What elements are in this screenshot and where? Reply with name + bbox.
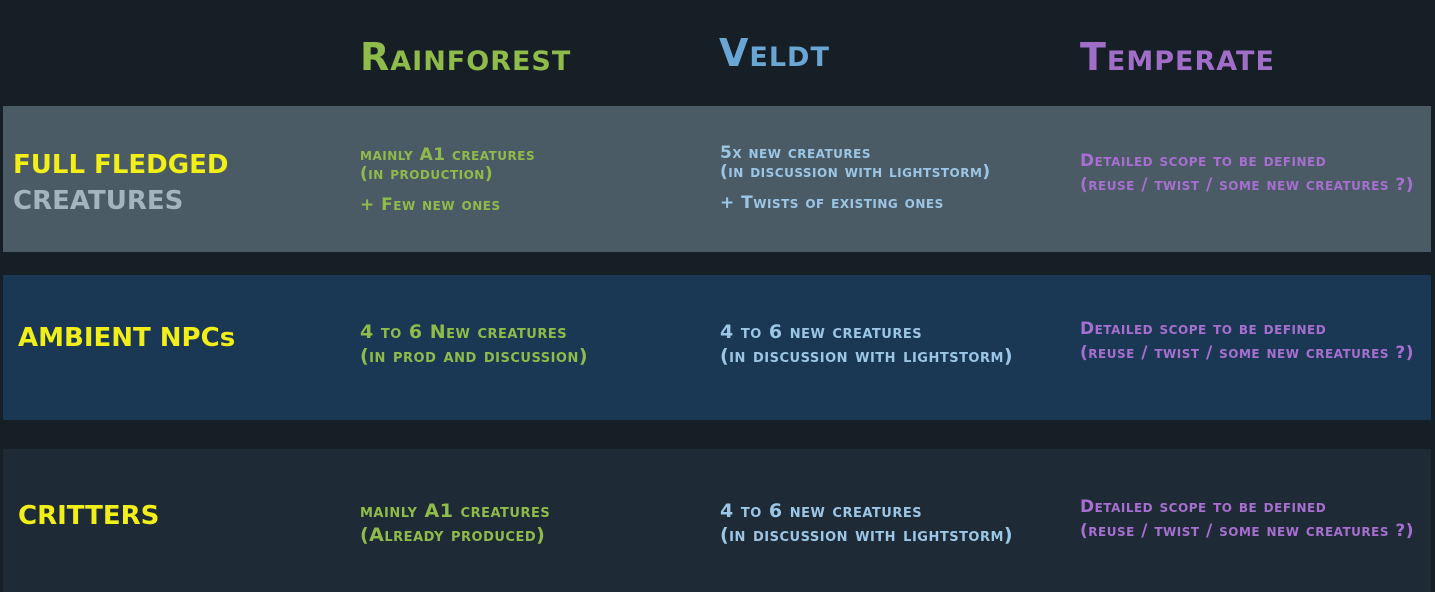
cell-full-fledged-veldt: 5x new creatures (in discussion with lig… — [720, 144, 991, 213]
column-header-veldt: Veldt — [719, 31, 830, 75]
row-label-critters: CRITTERS — [18, 501, 160, 531]
cell-line2: (reuse / twist / some new creatures ?) — [1080, 521, 1415, 541]
row-label-line1: FULL FLEDGED — [13, 150, 229, 180]
cell-line2: (in production) — [360, 164, 494, 184]
cell-ambient-veldt: 4 to 6 new creatures (in discussion with… — [720, 320, 1013, 368]
cell-line1: 4 to 6 new creatures — [720, 500, 923, 522]
cell-critters-temperate: Detailed scope to be defined (reuse / tw… — [1080, 495, 1414, 543]
cell-ambient-rainforest: 4 to 6 New creatures (in prod and discus… — [360, 320, 588, 368]
cell-line2: (in discussion with lightstorm) — [720, 345, 1014, 367]
cell-line1: Detailed scope to be defined — [1080, 319, 1327, 339]
cell-line1: 5x new creatures — [720, 143, 872, 163]
column-header-temperate: Temperate — [1080, 35, 1275, 79]
cell-line2: (in discussion with lightstorm) — [720, 524, 1014, 546]
row-label-full-fledged: FULL FLEDGED CREATURES — [13, 147, 228, 219]
cell-line2: (Already produced) — [360, 524, 546, 546]
cell-line2: (in discussion with lightstorm) — [720, 162, 991, 182]
cell-extra: + Twists of existing ones — [720, 193, 944, 213]
cell-full-fledged-rainforest: mainly A1 creatures (in production) + Fe… — [360, 146, 535, 215]
cell-extra: + Few new ones — [360, 195, 501, 215]
cell-line1: Detailed scope to be defined — [1080, 497, 1327, 517]
row-label-ambient-npcs: AMBIENT NPCs — [18, 323, 236, 353]
cell-critters-veldt: 4 to 6 new creatures (in discussion with… — [720, 499, 1013, 547]
cell-line1: 4 to 6 New creatures — [360, 321, 568, 343]
cell-critters-rainforest: mainly A1 creatures (Already produced) — [360, 499, 550, 547]
cell-line2: (reuse / twist / some new creatures ?) — [1080, 175, 1415, 195]
row-label-line2: CREATURES — [13, 186, 184, 216]
cell-line1: 4 to 6 new creatures — [720, 321, 923, 343]
cell-line1: mainly A1 creatures — [360, 500, 551, 522]
cell-line1: mainly A1 creatures — [360, 145, 536, 165]
column-header-rainforest: Rainforest — [360, 35, 572, 79]
cell-line1: Detailed scope to be defined — [1080, 151, 1327, 171]
cell-line2: (reuse / twist / some new creatures ?) — [1080, 343, 1415, 363]
cell-ambient-temperate: Detailed scope to be defined (reuse / tw… — [1080, 317, 1414, 365]
cell-full-fledged-temperate: Detailed scope to be defined (reuse / tw… — [1080, 149, 1414, 197]
cell-line2: (in prod and discussion) — [360, 345, 589, 367]
